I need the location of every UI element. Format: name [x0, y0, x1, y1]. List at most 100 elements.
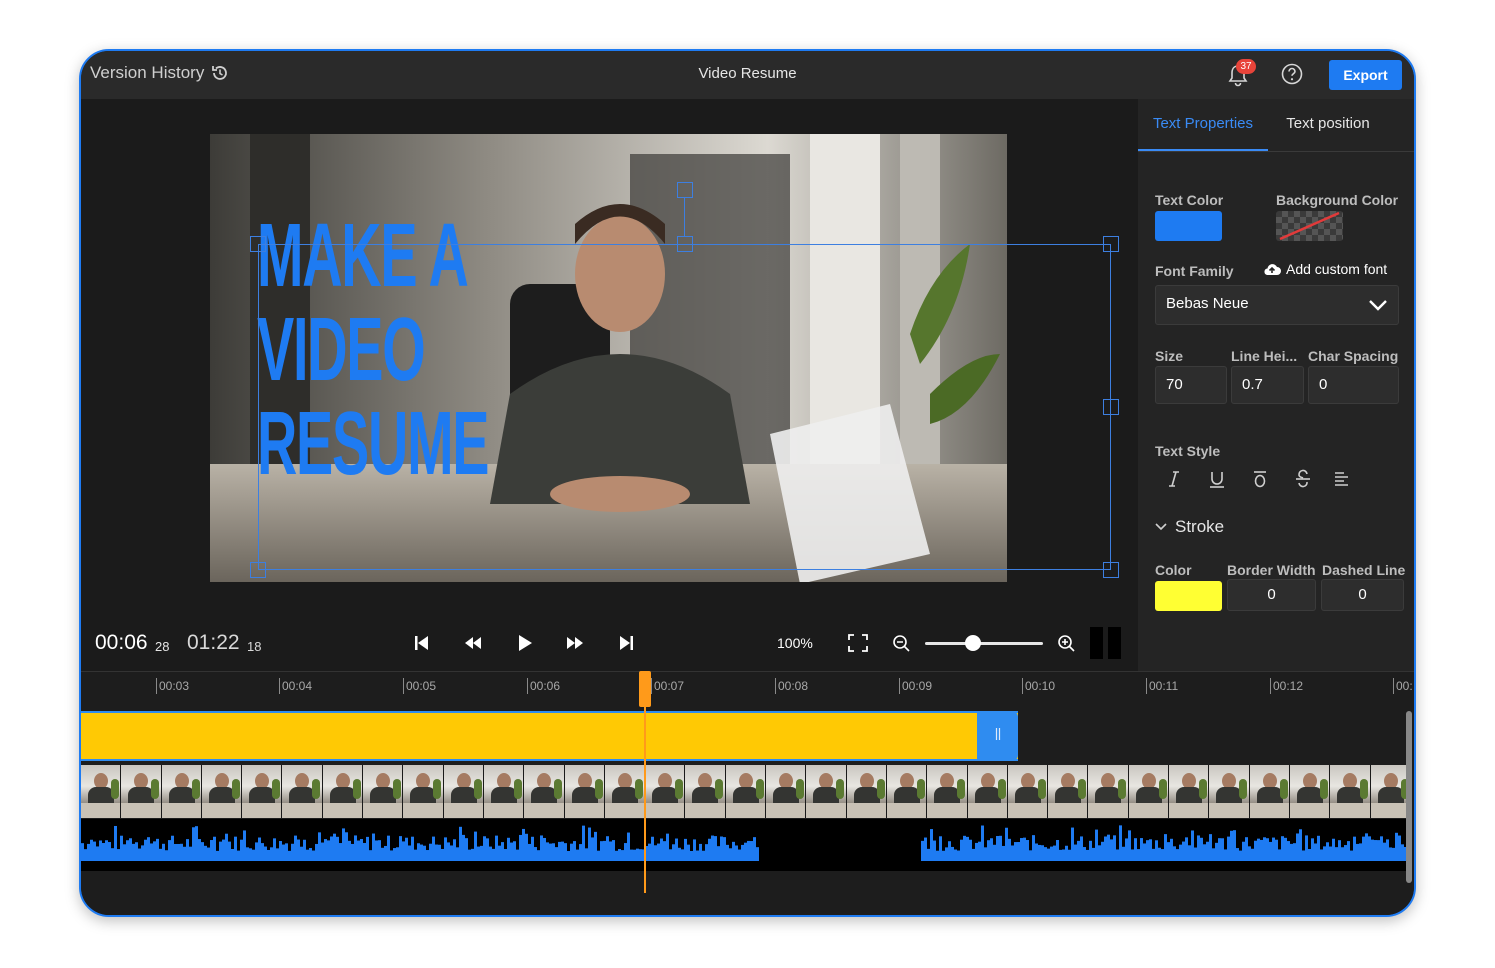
stroke-section-toggle[interactable]: Stroke [1155, 517, 1224, 537]
waveform-bar [411, 836, 414, 861]
waveform-bar [1329, 846, 1332, 861]
video-thumbnail [363, 765, 404, 818]
zoom-slider-track[interactable] [925, 642, 1043, 645]
skip-to-end-icon[interactable] [614, 631, 640, 655]
clip-trim-handle[interactable] [977, 711, 1018, 761]
skip-to-start-icon[interactable] [408, 631, 434, 655]
zoom-percentage[interactable]: 100% [777, 635, 813, 651]
video-thumbnail [685, 765, 726, 818]
resize-handle-bottom-left[interactable] [250, 562, 266, 578]
waveform-bar [1209, 834, 1212, 861]
audio-waveform[interactable] [81, 819, 1411, 871]
underline-icon[interactable] [1206, 469, 1228, 489]
waveform-bar [327, 840, 330, 861]
tab-text-position[interactable]: Text position [1268, 99, 1388, 151]
waveform-bar [1239, 850, 1242, 861]
waveform-bar [1305, 835, 1308, 861]
waveform-bar [666, 833, 669, 861]
video-thumbnail [1249, 765, 1290, 818]
version-history-button[interactable]: Version History [90, 63, 230, 83]
waveform-bar [1389, 847, 1392, 861]
waveform-bar [543, 837, 546, 861]
char-spacing-input[interactable]: 0 [1308, 366, 1399, 404]
waveform-bar [729, 848, 732, 861]
add-custom-font-button[interactable]: Add custom font [1262, 261, 1387, 277]
waveform-bar [648, 843, 651, 861]
waveform-bar [591, 837, 594, 861]
video-thumbnail [806, 765, 847, 818]
stroke-color-swatch[interactable] [1155, 581, 1222, 611]
align-left-icon[interactable] [1331, 469, 1353, 489]
time-ruler[interactable]: 00:03 00:04 00:05 00:06 00:07 00:08 00:0… [81, 671, 1414, 709]
background-color-swatch[interactable] [1276, 211, 1343, 241]
rewind-icon[interactable] [460, 631, 486, 655]
waveform-bar [588, 827, 591, 861]
waveform-bar [450, 845, 453, 861]
ruler-tick: 00: [1393, 678, 1413, 694]
waveform-bar [1218, 838, 1221, 861]
waveform-bar [366, 836, 369, 861]
timeline[interactable]: 00:03 00:04 00:05 00:06 00:07 00:08 00:0… [81, 671, 1414, 915]
zoom-out-icon[interactable] [889, 631, 915, 655]
waveform-bar [1014, 842, 1017, 861]
tab-text-properties[interactable]: Text Properties [1138, 99, 1268, 151]
waveform-bar [492, 848, 495, 861]
waveform-bar [1314, 843, 1317, 861]
waveform-bar [522, 828, 525, 861]
italic-icon[interactable] [1163, 469, 1185, 489]
size-input[interactable]: 70 [1155, 366, 1227, 404]
waveform-bar [471, 848, 474, 861]
timeline-toggle-icon[interactable] [1090, 627, 1122, 659]
playhead-handle[interactable] [639, 671, 651, 707]
waveform-bar [597, 850, 600, 861]
waveform-bar [750, 841, 753, 861]
timeline-scrollbar[interactable] [1406, 711, 1412, 883]
waveform-bar [1155, 840, 1158, 861]
resize-handle-right[interactable] [1103, 399, 1119, 415]
resize-handle-top[interactable] [677, 236, 693, 252]
waveform-bar [165, 850, 168, 861]
waveform-bar [1365, 833, 1368, 861]
font-family-select[interactable]: Bebas Neue [1155, 285, 1399, 325]
waveform-bar [558, 841, 561, 861]
waveform-bar [726, 844, 729, 861]
waveform-bar [513, 841, 516, 861]
border-width-input[interactable]: 0 [1227, 579, 1316, 611]
zoom-in-icon[interactable] [1054, 631, 1080, 655]
export-button[interactable]: Export [1329, 60, 1402, 90]
ruler-tick: 00:08 [775, 678, 808, 694]
line-height-input[interactable]: 0.7 [1231, 366, 1304, 404]
resize-handle-bottom-right[interactable] [1103, 562, 1119, 578]
waveform-bar [1137, 849, 1140, 861]
text-color-swatch[interactable] [1155, 211, 1222, 241]
strikethrough-icon[interactable] [1292, 469, 1314, 489]
video-thumbnail [564, 765, 605, 818]
waveform-bar [951, 846, 954, 861]
video-thumbnail [121, 765, 162, 818]
waveform-bar [732, 841, 735, 861]
background-color-label: Background Color [1276, 192, 1399, 208]
overline-icon[interactable] [1249, 469, 1271, 489]
dashed-line-input[interactable]: 0 [1321, 579, 1404, 611]
help-icon[interactable] [1281, 63, 1303, 85]
rotate-handle[interactable] [677, 182, 693, 198]
waveform-bar [1272, 837, 1275, 861]
resize-handle-top-left[interactable] [250, 236, 266, 252]
text-track-clip[interactable] [81, 711, 1018, 761]
text-selection-box[interactable] [258, 244, 1111, 570]
video-track-thumbnails[interactable] [81, 765, 1411, 818]
waveform-bar [315, 843, 318, 861]
waveform-bar [942, 850, 945, 861]
video-thumbnail [1289, 765, 1331, 818]
waveform-bar [186, 839, 189, 861]
text-style-label: Text Style [1155, 443, 1221, 459]
waveform-bar [600, 841, 603, 861]
video-thumbnail [1048, 765, 1089, 818]
fullscreen-icon[interactable] [845, 631, 871, 655]
play-icon[interactable] [511, 631, 537, 655]
resize-handle-top-right[interactable] [1103, 236, 1119, 252]
waveform-bar [264, 846, 267, 861]
waveform-bar [462, 834, 465, 861]
fast-forward-icon[interactable] [562, 631, 588, 655]
waveform-bar [318, 832, 321, 861]
